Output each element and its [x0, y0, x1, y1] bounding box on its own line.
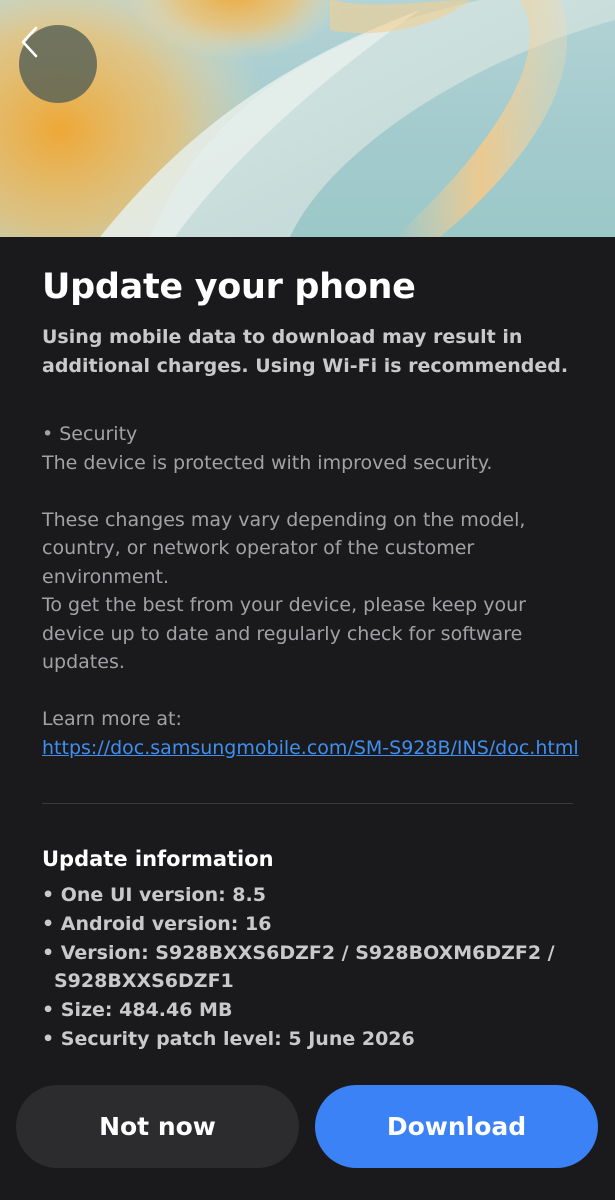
page-title: Update your phone	[42, 267, 416, 307]
learn-more-label: Learn more at:	[42, 708, 182, 730]
chevron-left-icon	[21, 26, 38, 58]
download-button[interactable]: Download	[315, 1085, 598, 1168]
security-patch-level: • Security patch level: 5 June 2026	[42, 1027, 415, 1050]
hero-wallpaper	[0, 0, 615, 237]
security-description: The device is protected with improved se…	[42, 451, 493, 474]
learn-more-link[interactable]: https://doc.samsungmobile.com/SM-S928B/I…	[42, 737, 579, 759]
android-version: • Android version: 16	[42, 912, 272, 935]
changes-note: These changes may vary depending on the …	[42, 508, 526, 588]
best-practice-note: To get the best from your device, please…	[42, 594, 526, 673]
release-notes: • Security The device is protected with …	[42, 420, 587, 762]
back-button[interactable]	[19, 25, 97, 103]
build-version: • Version: S928BXXS6DZF2 / S928BOXM6DZF2…	[42, 941, 555, 993]
not-now-button[interactable]: Not now	[16, 1085, 299, 1168]
update-information-title: Update information	[42, 847, 274, 871]
hero-banner	[0, 0, 615, 237]
one-ui-version: • One UI version: 8.5	[42, 884, 266, 906]
divider	[42, 803, 573, 804]
update-information-list: • One UI version: 8.5 • Android version:…	[42, 881, 562, 1054]
security-bullet: • Security	[42, 423, 138, 445]
update-size: • Size: 484.46 MB	[42, 999, 233, 1022]
mobile-data-warning: Using mobile data to download may result…	[42, 326, 569, 377]
